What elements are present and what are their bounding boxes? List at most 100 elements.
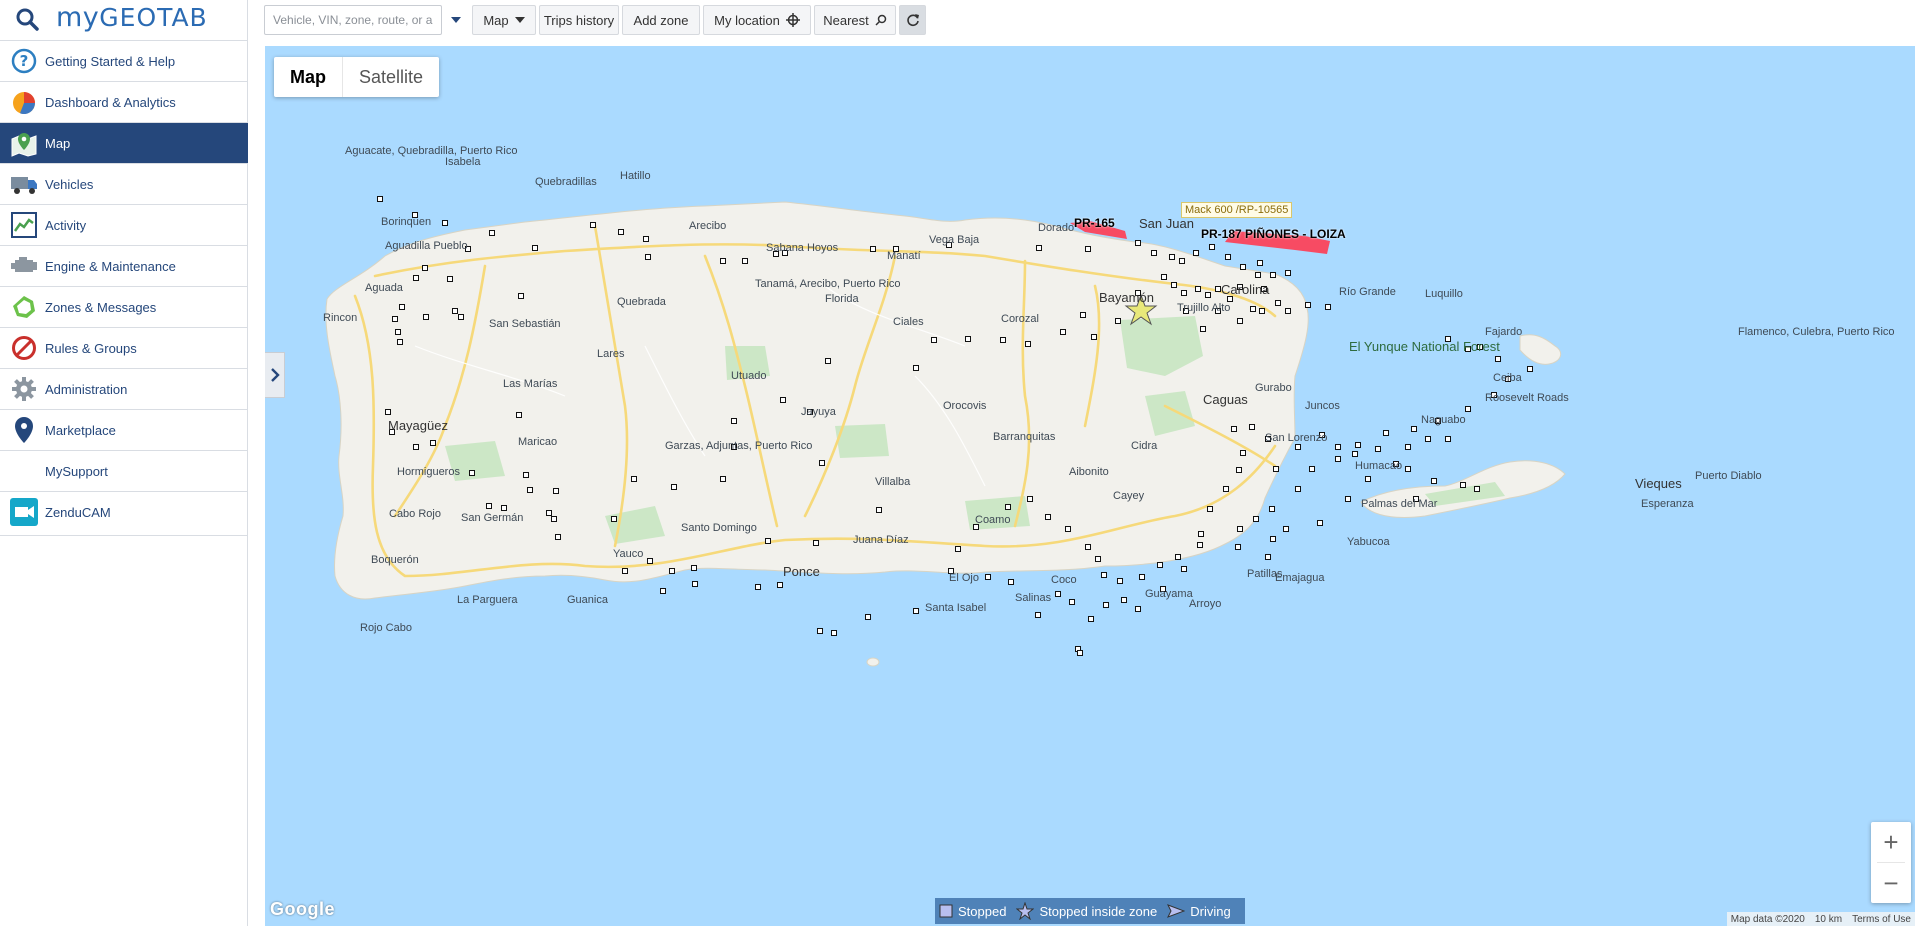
terms-link[interactable]: Terms of Use [1852, 914, 1911, 925]
stop-marker[interactable] [647, 558, 653, 564]
stop-marker[interactable] [1273, 466, 1279, 472]
stop-marker[interactable] [1135, 240, 1141, 246]
stop-marker[interactable] [611, 516, 617, 522]
stop-marker[interactable] [1285, 270, 1291, 276]
stop-marker[interactable] [1069, 599, 1075, 605]
vehicle-search-input[interactable] [264, 5, 442, 35]
stop-marker[interactable] [1236, 467, 1242, 473]
stop-marker[interactable] [1193, 250, 1199, 256]
stop-marker[interactable] [1171, 282, 1177, 288]
stop-marker[interactable] [1080, 312, 1086, 318]
stop-marker[interactable] [831, 630, 837, 636]
stop-marker[interactable] [1237, 526, 1243, 532]
stop-marker[interactable] [1198, 531, 1204, 537]
stop-marker[interactable] [691, 565, 697, 571]
stop-marker[interactable] [1091, 334, 1097, 340]
stop-marker[interactable] [1240, 264, 1246, 270]
stop-marker[interactable] [1025, 341, 1031, 347]
stop-marker[interactable] [731, 418, 737, 424]
stop-marker[interactable] [551, 516, 557, 522]
stop-marker[interactable] [392, 316, 398, 322]
stop-marker[interactable] [817, 628, 823, 634]
stop-marker[interactable] [618, 229, 624, 235]
search-dropdown-button[interactable] [446, 5, 466, 35]
stop-marker[interactable] [1077, 650, 1083, 656]
stop-marker[interactable] [399, 304, 405, 310]
expand-panel-button[interactable] [265, 352, 285, 398]
stop-marker[interactable] [1179, 258, 1185, 264]
stop-marker[interactable] [1317, 520, 1323, 526]
stop-marker[interactable] [1270, 536, 1276, 542]
stop-marker[interactable] [985, 574, 991, 580]
zone-label-pr187[interactable]: PR-187 PIÑONES - LOIZA [1201, 227, 1346, 241]
stop-marker[interactable] [1036, 245, 1042, 251]
stop-marker[interactable] [645, 254, 651, 260]
nav-item-getting-started[interactable]: ? Getting Started & Help [0, 40, 248, 81]
stop-marker[interactable] [1285, 308, 1291, 314]
stop-marker[interactable] [1295, 486, 1301, 492]
stop-marker[interactable] [913, 365, 919, 371]
stop-marker[interactable] [590, 222, 596, 228]
stop-marker[interactable] [631, 476, 637, 482]
stop-marker[interactable] [1460, 482, 1466, 488]
stop-marker[interactable] [755, 584, 761, 590]
stop-marker[interactable] [555, 534, 561, 540]
stop-marker[interactable] [720, 476, 726, 482]
stop-marker[interactable] [413, 275, 419, 281]
stop-marker[interactable] [1005, 504, 1011, 510]
nav-item-marketplace[interactable]: Marketplace [0, 409, 248, 450]
stop-marker[interactable] [1265, 554, 1271, 560]
stop-marker[interactable] [865, 614, 871, 620]
stop-marker[interactable] [532, 245, 538, 251]
stop-marker[interactable] [1335, 456, 1341, 462]
nav-item-administration[interactable]: Administration [0, 368, 248, 409]
stop-marker[interactable] [622, 568, 628, 574]
stop-marker[interactable] [1275, 300, 1281, 306]
stop-marker[interactable] [385, 409, 391, 415]
stop-marker[interactable] [489, 230, 495, 236]
stop-marker[interactable] [1103, 602, 1109, 608]
stop-marker[interactable] [777, 582, 783, 588]
map-type-map-button[interactable]: Map [274, 57, 342, 97]
trips-history-button[interactable]: Trips history [539, 5, 619, 35]
add-zone-button[interactable]: Add zone [622, 5, 700, 35]
stop-marker[interactable] [813, 540, 819, 546]
stop-marker[interactable] [913, 608, 919, 614]
stop-marker[interactable] [1169, 254, 1175, 260]
stop-marker[interactable] [1197, 542, 1203, 548]
stop-marker[interactable] [1085, 544, 1091, 550]
stop-marker[interactable] [1325, 304, 1331, 310]
stop-marker[interactable] [1060, 329, 1066, 335]
stop-marker[interactable] [1335, 444, 1341, 450]
nav-item-activity[interactable]: Activity [0, 204, 248, 245]
stop-marker[interactable] [516, 412, 522, 418]
nav-item-engine[interactable]: Engine & Maintenance [0, 245, 248, 286]
stop-marker[interactable] [1345, 496, 1351, 502]
stop-marker[interactable] [1200, 326, 1206, 332]
map-canvas[interactable]: Aguacate, Quebradilla, Puerto Rico Isabe… [265, 46, 1915, 926]
zone-label-pr165[interactable]: PR-165 [1074, 216, 1115, 230]
stop-marker[interactable] [1161, 274, 1167, 280]
stop-marker[interactable] [1527, 366, 1533, 372]
zoom-out-button[interactable]: − [1871, 863, 1911, 903]
stop-marker[interactable] [720, 258, 726, 264]
stop-marker[interactable] [1352, 451, 1358, 457]
stop-marker[interactable] [819, 460, 825, 466]
stop-marker[interactable] [486, 503, 492, 509]
zoom-in-button[interactable]: + [1871, 822, 1911, 862]
stop-marker[interactable] [553, 488, 559, 494]
map-type-satellite-button[interactable]: Satellite [343, 57, 439, 97]
stop-marker[interactable] [1101, 572, 1107, 578]
stop-marker[interactable] [1250, 306, 1256, 312]
stop-marker[interactable] [1270, 272, 1276, 278]
nav-item-mysupport[interactable]: MySupport [0, 450, 248, 491]
stop-marker[interactable] [1085, 246, 1091, 252]
stop-marker[interactable] [458, 314, 464, 320]
stop-marker[interactable] [671, 484, 677, 490]
stop-marker[interactable] [1255, 272, 1261, 278]
stop-marker[interactable] [1355, 442, 1361, 448]
stop-marker[interactable] [1231, 426, 1237, 432]
stop-marker[interactable] [1259, 308, 1265, 314]
stop-marker[interactable] [1283, 526, 1289, 532]
search-icon[interactable] [14, 6, 40, 32]
